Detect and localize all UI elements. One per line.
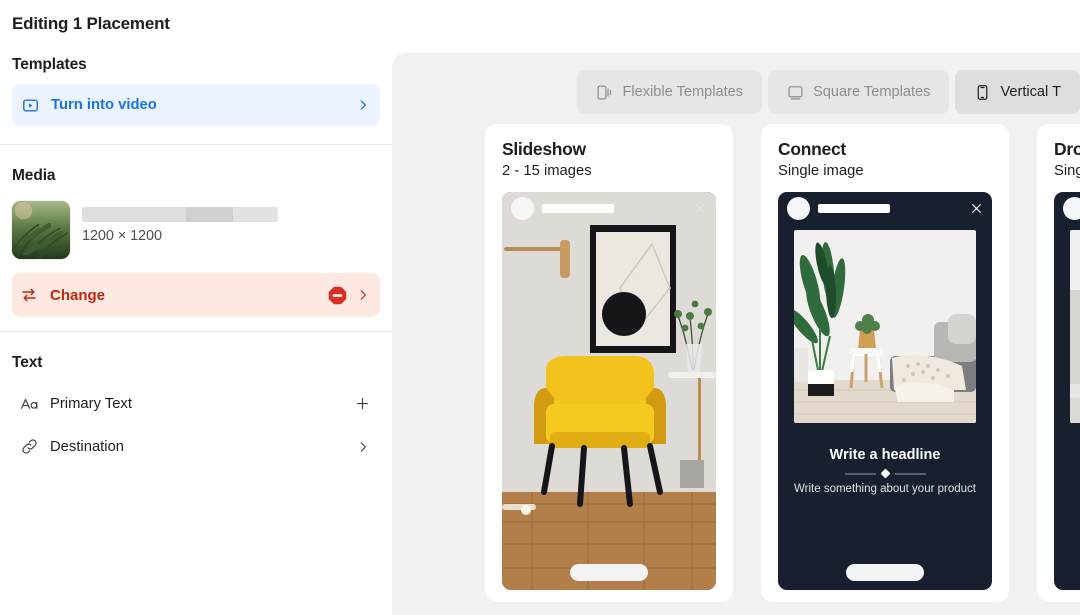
vertical-phone-icon [974,84,991,101]
card-title: Drop [1054,139,1080,159]
bedroom-interior [1070,230,1080,423]
template-cards: Slideshow 2 - 15 images Connect Single i… [392,114,1080,602]
tab-square-label: Square Templates [813,84,931,100]
phone-preview [502,192,716,590]
preview-post-header [778,192,992,224]
tab-flexible-label: Flexible Templates [622,84,744,100]
page-title: Editing 1 Placement [12,14,170,33]
template-card-connect[interactable]: Connect Single image Write a headline Wr… [761,124,1009,602]
block-octagon-icon[interactable] [327,285,348,306]
preview-post-header [502,192,716,224]
chevron-right-icon [356,440,370,454]
text-section: Text Primary Text Destination [0,332,392,468]
primary-text-row[interactable]: Primary Text [12,382,380,425]
living-room-yellow-armchair [502,192,716,590]
chevron-right-icon [356,98,370,112]
media-heading: Media [12,167,56,184]
card-title: Connect [778,139,846,159]
filename-redacted [82,207,278,222]
destination-label: Destination [50,438,125,455]
media-meta: 1200 × 1200 [82,201,380,244]
tab-vertical-label: Vertical T [1000,84,1061,100]
destination-row[interactable]: Destination [12,425,380,468]
tab-square-templates[interactable]: Square Templates [768,70,950,114]
media-thumbnail[interactable] [12,201,70,259]
template-card-slideshow[interactable]: Slideshow 2 - 15 images [485,124,733,602]
templates-heading: Templates [12,56,87,73]
name-placeholder-bar [542,203,614,213]
play-box-icon [22,97,39,114]
phone-preview: W [1054,192,1080,590]
media-asset-row[interactable]: 1200 × 1200 [12,195,380,267]
media-section: Media 1200 × 1200 Change [0,145,392,331]
preview-headline: W [1054,447,1080,463]
turn-into-video-row[interactable]: Turn into video [12,84,380,126]
link-icon [20,437,39,456]
close-icon[interactable] [694,202,707,215]
avatar [1063,196,1080,220]
home-indicator [846,564,924,581]
plus-icon[interactable] [355,396,370,411]
template-card-drop[interactable]: Drop Singl [1037,124,1080,602]
preview-post-header [1054,192,1080,224]
flexible-device-icon [596,84,613,101]
card-title: Slideshow [502,139,586,159]
card-subtitle: Single image [778,163,864,179]
text-heading: Text [12,354,43,371]
preview-subcopy: Write something about your product [794,483,976,495]
avatar [511,196,534,220]
editor-sidebar: Editing 1 Placement Templates Turn into … [0,0,392,615]
divider-ornament [778,468,992,479]
primary-text-label: Primary Text [50,395,132,412]
tab-flexible-templates[interactable]: Flexible Templates [577,70,763,114]
square-device-icon [787,84,804,101]
card-subtitle: Singl [1054,163,1080,179]
connect-copy: Write a headline Write something about y… [778,447,992,495]
phone-preview: Write a headline Write something about y… [778,192,992,590]
aa-text-icon [20,394,39,413]
template-type-tabs: Flexible Templates Square Templates Vert… [392,53,1080,114]
connect-copy: W [1054,447,1080,463]
minimal-interior-plant-sofa [794,230,976,423]
tab-vertical-templates[interactable]: Vertical T [955,70,1080,114]
turn-into-video-label: Turn into video [51,97,157,113]
chevron-right-icon [356,288,370,302]
media-dimensions: 1200 × 1200 [82,228,162,244]
swap-arrows-icon [20,286,38,304]
name-placeholder-bar [818,203,890,213]
close-icon[interactable] [970,202,983,215]
card-subtitle: 2 - 15 images [502,163,592,179]
change-label: Change [50,286,106,304]
home-indicator [570,564,648,581]
preview-headline: Write a headline [829,447,941,463]
app-root: Editing 1 Placement Templates Turn into … [0,0,1080,615]
change-media-row[interactable]: Change [12,273,380,317]
avatar [787,196,810,220]
templates-panel: Flexible Templates Square Templates Vert… [392,53,1080,615]
templates-section: Templates Turn into video [0,34,392,126]
